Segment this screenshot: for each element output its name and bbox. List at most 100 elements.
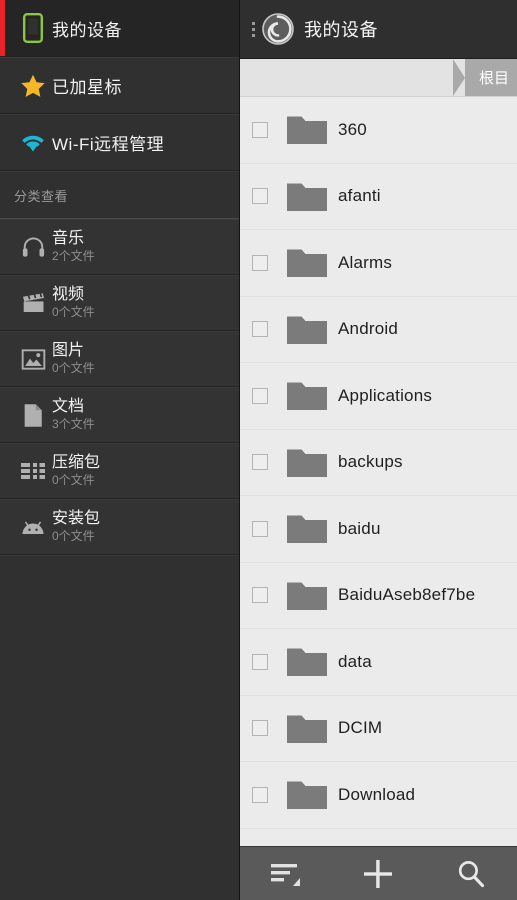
page-title: 我的设备 <box>304 20 378 40</box>
category-label: 音乐 <box>52 229 85 247</box>
active-accent-bar <box>0 0 5 56</box>
category-count: 0个文件 <box>52 305 95 320</box>
table-row[interactable]: backups <box>240 430 517 496</box>
row-checkbox[interactable] <box>252 587 268 604</box>
category-count: 0个文件 <box>52 473 95 488</box>
file-name: BaiduAseb8ef7be <box>338 585 476 605</box>
folder-icon <box>286 246 330 279</box>
table-row[interactable]: Download <box>240 762 517 829</box>
folder-icon <box>287 316 327 344</box>
spiral-logo-icon <box>261 12 295 46</box>
sort-list-icon <box>271 863 301 886</box>
row-checkbox[interactable] <box>252 121 268 138</box>
sidebar-item-my-device[interactable]: 我的设备 <box>0 0 239 57</box>
category-label: 压缩包 <box>52 453 101 471</box>
search-icon <box>458 860 484 887</box>
category-count: 2个文件 <box>52 249 95 264</box>
row-checkbox[interactable] <box>252 387 268 404</box>
file-name: Applications <box>338 385 433 405</box>
table-row[interactable]: Alarms <box>240 230 517 297</box>
folder-icon <box>287 116 327 145</box>
sidebar-item-label: Wi-Fi远程管理 <box>52 135 165 154</box>
sort-button[interactable] <box>254 852 318 896</box>
folder-icon <box>287 781 327 810</box>
clapperboard-icon <box>14 292 52 314</box>
table-row[interactable]: 360 <box>240 97 517 164</box>
file-name: Android <box>338 319 398 339</box>
sidebar: 我的设备 已加星标 Wi-Fi远程管理 分类查看 音乐 2个文件 视频 0个文件… <box>0 0 240 900</box>
sidebar-empty-space <box>0 555 239 556</box>
row-checkbox[interactable] <box>252 454 268 471</box>
file-name: afanti <box>338 186 381 206</box>
folder-icon <box>287 582 327 610</box>
table-row[interactable]: DCIM <box>240 696 517 762</box>
category-label: 视频 <box>52 285 85 303</box>
row-checkbox[interactable] <box>252 720 268 737</box>
image-icon <box>14 348 52 371</box>
folder-icon <box>287 449 327 477</box>
row-checkbox[interactable] <box>252 188 268 205</box>
category-count: 0个文件 <box>52 361 95 376</box>
folder-icon <box>287 648 327 677</box>
sidebar-section-header: 分类查看 <box>0 171 239 219</box>
file-name: Alarms <box>338 252 393 272</box>
row-checkbox[interactable] <box>252 653 268 670</box>
category-count: 3个文件 <box>52 417 95 432</box>
headphones-icon <box>14 236 52 258</box>
category-label: 安装包 <box>52 509 101 527</box>
sidebar-item-starred[interactable]: 已加星标 <box>0 57 239 114</box>
table-row[interactable]: baidu <box>240 496 517 563</box>
folder-icon <box>287 382 327 411</box>
file-name: DCIM <box>338 718 383 738</box>
table-row[interactable]: data <box>240 629 517 696</box>
table-row[interactable]: BaiduAseb8ef7be <box>240 563 517 629</box>
sidebar-category-document[interactable]: 文档 3个文件 <box>0 387 239 443</box>
row-checkbox[interactable] <box>252 254 268 271</box>
title-bar: 我的设备 <box>240 0 517 59</box>
file-name: baidu <box>338 518 381 538</box>
category-label: 文档 <box>52 397 85 415</box>
phone-icon <box>14 13 52 43</box>
table-row[interactable]: afanti <box>240 164 517 230</box>
folder-icon <box>286 712 330 745</box>
breadcrumb-item-root[interactable]: 根目 <box>452 59 517 96</box>
folder-icon <box>287 515 327 544</box>
folder-icon <box>286 778 330 811</box>
row-checkbox[interactable] <box>252 520 268 537</box>
folder-icon <box>286 512 330 545</box>
bottom-toolbar <box>240 846 517 900</box>
archive-icon <box>14 461 52 481</box>
folder-icon <box>286 379 330 412</box>
add-button[interactable] <box>346 852 410 896</box>
folder-icon <box>286 113 330 146</box>
sidebar-item-wifi-remote[interactable]: Wi-Fi远程管理 <box>0 114 239 171</box>
sidebar-section-label: 分类查看 <box>14 188 69 204</box>
search-button[interactable] <box>439 852 503 896</box>
table-row[interactable]: Android <box>240 297 517 363</box>
row-checkbox[interactable] <box>252 321 268 338</box>
sidebar-category-music[interactable]: 音乐 2个文件 <box>0 219 239 275</box>
folder-icon <box>287 249 327 278</box>
sidebar-category-archive[interactable]: 压缩包 0个文件 <box>0 443 239 499</box>
folder-icon <box>287 183 327 211</box>
file-manager-app: 我的设备 已加星标 Wi-Fi远程管理 分类查看 音乐 2个文件 视频 0个文件… <box>0 0 517 900</box>
overflow-dots-icon[interactable] <box>246 21 260 37</box>
file-name: backups <box>338 452 403 472</box>
row-checkbox[interactable] <box>252 786 268 803</box>
sidebar-category-video[interactable]: 视频 0个文件 <box>0 275 239 331</box>
android-icon <box>14 519 52 536</box>
sidebar-category-apk[interactable]: 安装包 0个文件 <box>0 499 239 555</box>
breadcrumb: 根目 <box>240 59 517 97</box>
table-row[interactable]: Applications <box>240 363 517 430</box>
sidebar-item-label: 我的设备 <box>52 20 122 40</box>
category-count: 0个文件 <box>52 529 95 544</box>
file-name: 360 <box>338 119 367 139</box>
folder-icon <box>286 579 330 612</box>
file-name: Download <box>338 784 416 804</box>
folder-icon <box>286 446 330 479</box>
category-label: 图片 <box>52 341 85 359</box>
file-list[interactable]: 360 afanti Alarms Android Applications backup… <box>240 97 517 846</box>
star-icon <box>14 73 52 99</box>
folder-icon <box>286 645 330 678</box>
sidebar-category-image[interactable]: 图片 0个文件 <box>0 331 239 387</box>
